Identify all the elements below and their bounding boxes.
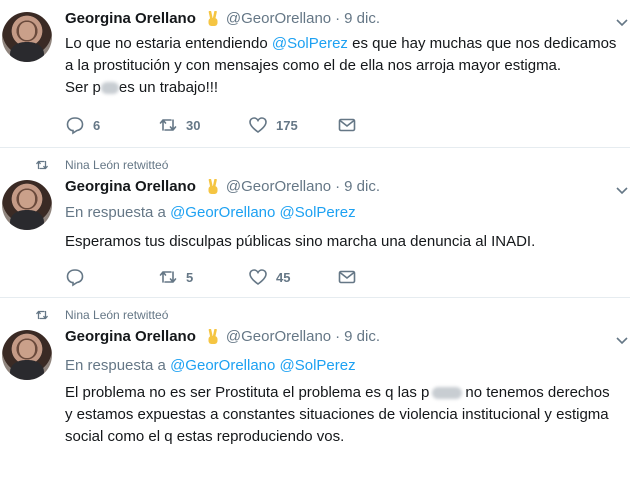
retweeted-by-label[interactable]: Nina León retwitteó (65, 158, 168, 172)
tweet-actions: 5 45 (65, 267, 395, 287)
like-icon (249, 117, 267, 133)
tweet-date[interactable]: 9 dic. (344, 10, 380, 27)
tweet-date[interactable]: 9 dic. (344, 328, 380, 345)
reply-to-users[interactable]: @GeorOrellano @SolPerez (170, 204, 356, 221)
tweet-text-line-1: Esperamos tus disculpas públicas sino ma… (65, 233, 536, 250)
author-name[interactable]: Georgina Orellano (65, 328, 196, 345)
retweeted-by: Nina León retwitteó (36, 308, 168, 322)
header-separator: · (335, 178, 341, 195)
tweet-text: Lo que no estaria entendiendo @SolPerez … (65, 33, 630, 99)
reply-icon (66, 117, 84, 135)
retweet-button[interactable]: 5 (158, 267, 193, 287)
tweet-actions: 6 30 175 (65, 115, 395, 135)
author-handle[interactable]: @GeorOrellano (226, 328, 331, 345)
author-handle[interactable]: @GeorOrellano (226, 10, 331, 27)
tweet-text: Esperamos tus disculpas públicas sino ma… (65, 231, 630, 253)
author-name[interactable]: Georgina Orellano (65, 10, 196, 27)
message-icon (338, 118, 356, 132)
victory-hand-emoji (208, 328, 218, 344)
reply-count: 6 (93, 117, 101, 133)
tweet-header: Georgina Orellano @GeorOrellano · 9 dic. (65, 10, 380, 27)
tweet-date[interactable]: 9 dic. (344, 178, 380, 195)
tweet-text: El problema no es ser Prostituta el prob… (65, 382, 630, 448)
author-handle[interactable]: @GeorOrellano (226, 178, 331, 195)
reply-icon (66, 269, 84, 287)
tweet-1[interactable]: Georgina Orellano @GeorOrellano · 9 dic.… (0, 0, 630, 148)
tweet-text-line-3: social como el q estas reproduciendo vos… (65, 428, 345, 445)
caret-down-icon[interactable] (616, 19, 628, 27)
like-icon (249, 269, 267, 285)
tweet-header: Georgina Orellano @GeorOrellano · 9 dic. (65, 178, 380, 195)
tweet-text-line-3: Ser p es un trabajo!!! (65, 79, 219, 96)
avatar[interactable] (2, 180, 52, 230)
blurred-word (100, 82, 119, 95)
reply-to-prefix: En respuesta a (65, 357, 166, 374)
reply-button[interactable]: 6 (65, 115, 100, 135)
tweet-text-line-1: El problema no es ser Prostituta el prob… (65, 384, 610, 401)
retweet-icon (159, 119, 177, 131)
retweet-button[interactable]: 30 (158, 115, 200, 135)
retweet-count: 5 (186, 269, 194, 285)
blurred-word (432, 387, 463, 400)
victory-hand-emoji (208, 178, 218, 194)
tweet-text-line-2: y estamos expuestas a constantes situaci… (65, 406, 609, 423)
retweet-icon (159, 271, 177, 283)
retweeted-by: Nina León retwitteó (36, 158, 168, 172)
tweet-text-line-1: Lo que no estaria entendiendo @SolPerez … (65, 35, 617, 52)
reply-to-prefix: En respuesta a (65, 204, 166, 221)
author-name[interactable]: Georgina Orellano (65, 178, 196, 195)
reply-to-users[interactable]: @GeorOrellano @SolPerez (170, 357, 356, 374)
retweeted-by-label[interactable]: Nina León retwitteó (65, 308, 168, 322)
message-button[interactable] (337, 115, 357, 135)
retweet-small-icon (36, 160, 48, 170)
like-count: 45 (276, 269, 291, 285)
message-icon (338, 270, 356, 284)
header-separator: · (335, 328, 341, 345)
header-separator: · (335, 10, 341, 27)
message-button[interactable] (337, 267, 357, 287)
tweet-text-line-2: a la prostitución y con mensajes como el… (65, 57, 562, 74)
tweet-header: Georgina Orellano @GeorOrellano · 9 dic. (65, 328, 380, 345)
tweet-3[interactable]: Nina León retwitteó Georgina Orellano @G… (0, 298, 630, 481)
avatar[interactable] (2, 330, 52, 380)
reply-button[interactable] (65, 267, 93, 287)
avatar[interactable] (2, 12, 52, 62)
reply-to: En respuesta a @GeorOrellano @SolPerez (65, 204, 356, 221)
retweet-count: 30 (186, 117, 201, 133)
like-button[interactable]: 175 (248, 115, 298, 135)
reply-to: En respuesta a @GeorOrellano @SolPerez (65, 357, 356, 374)
retweet-small-icon (36, 310, 48, 320)
like-count: 175 (276, 117, 298, 133)
tweet-2[interactable]: Nina León retwitteó Georgina Orellano @G… (0, 148, 630, 296)
like-button[interactable]: 45 (248, 267, 290, 287)
victory-hand-emoji (208, 10, 218, 26)
mention-link[interactable]: @SolPerez (272, 35, 348, 52)
caret-down-icon[interactable] (616, 337, 628, 345)
caret-down-icon[interactable] (616, 187, 628, 195)
